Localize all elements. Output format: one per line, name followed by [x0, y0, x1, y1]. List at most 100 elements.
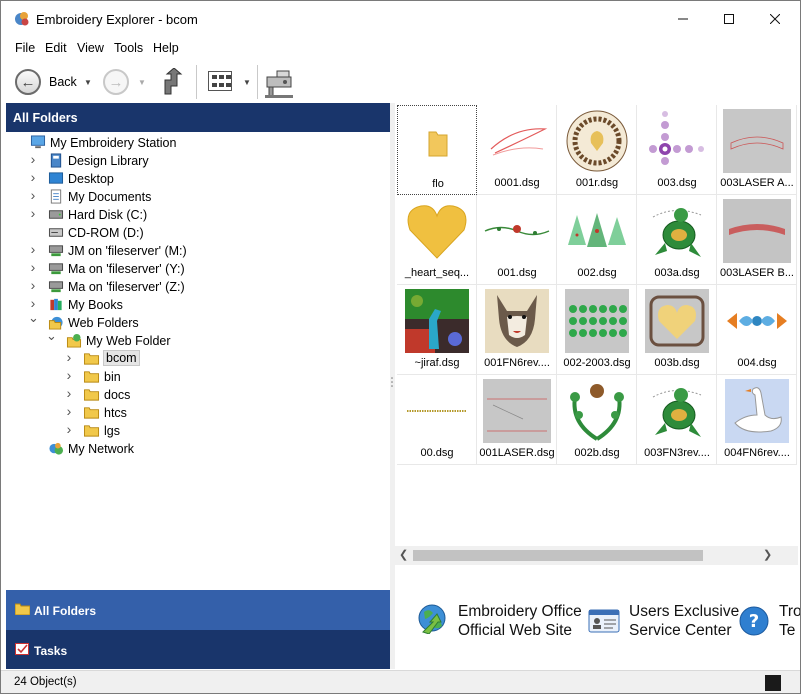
maximize-button[interactable] — [706, 1, 752, 37]
design-file-item[interactable]: 001FN6rev.... — [477, 285, 557, 375]
tree-item-label: lgs — [104, 424, 120, 438]
tree-item-desktop[interactable]: › Desktop — [6, 169, 390, 188]
back-arrow-icon[interactable]: ← — [15, 69, 41, 95]
official-web-site-link[interactable]: Embroidery Office Official Web Site — [458, 602, 582, 640]
embroidery-machine-icon[interactable] — [263, 67, 297, 99]
design-file-item[interactable]: 004FN6rev.... — [717, 375, 797, 465]
design-file-item[interactable]: 00.dsg — [397, 375, 477, 465]
expand-icon[interactable]: › — [64, 421, 74, 437]
id-card-icon[interactable] — [588, 605, 620, 637]
forward-arrow-icon[interactable]: → — [103, 69, 129, 95]
tree-item-bin[interactable]: › bin — [6, 367, 390, 386]
design-file-item[interactable]: 003.dsg — [637, 105, 717, 195]
expand-icon[interactable]: › — [64, 349, 74, 365]
menu-view[interactable]: View — [77, 41, 104, 55]
folder-icon — [84, 389, 100, 401]
scroll-left-icon[interactable]: ❮ — [399, 548, 408, 561]
views-dropdown-icon[interactable]: ▼ — [243, 78, 251, 87]
nav-tasks[interactable]: Tasks — [6, 630, 390, 669]
folder-icon — [84, 407, 100, 419]
folder-icon — [404, 110, 472, 174]
scroll-right-icon[interactable]: ❯ — [763, 548, 772, 561]
help-icon[interactable]: ? — [738, 605, 770, 637]
tree-item-bcom[interactable]: › bcom — [6, 349, 390, 368]
back-dropdown-icon[interactable]: ▼ — [84, 78, 92, 87]
up-folder-icon[interactable] — [161, 68, 183, 96]
design-file-item[interactable]: ~jiraf.dsg — [397, 285, 477, 375]
tree-item-lgs[interactable]: › lgs — [6, 421, 390, 440]
menu-tools[interactable]: Tools — [114, 41, 143, 55]
design-file-item[interactable]: 003LASER B... — [717, 195, 797, 285]
service-center-link[interactable]: Users Exclusive Service Center — [629, 602, 739, 640]
tree-item-cd-rom-d[interactable]: CD-ROM (D:) — [6, 224, 390, 242]
design-thumbnail — [723, 109, 791, 173]
design-library-icon — [50, 153, 62, 168]
tree-item-docs[interactable]: › docs — [6, 385, 390, 404]
menu-help[interactable]: Help — [153, 41, 179, 55]
tree-item-htcs[interactable]: › htcs — [6, 403, 390, 422]
views-icon[interactable] — [208, 71, 232, 91]
expand-icon[interactable]: › — [64, 403, 74, 419]
menu-file[interactable]: File — [15, 41, 35, 55]
horizontal-scrollbar[interactable]: ❮ ❯ — [395, 546, 798, 565]
design-thumbnail — [643, 109, 711, 173]
tree-item-my-network[interactable]: My Network — [6, 440, 390, 458]
design-file-item[interactable]: 003FN3rev.... — [637, 375, 717, 465]
design-file-item[interactable]: _heart_seq... — [397, 195, 477, 285]
tree-item-jm-on-fileserver-m[interactable]: › JM on 'fileserver' (M:) — [6, 241, 390, 260]
design-thumbnail — [723, 199, 791, 263]
expand-icon[interactable]: › — [28, 295, 38, 311]
tree-item-ma-on-fileserver-y[interactable]: › Ma on 'fileserver' (Y:) — [6, 259, 390, 278]
collapse-icon[interactable]: ⌄ — [46, 328, 57, 344]
menu-edit[interactable]: Edit — [45, 41, 67, 55]
design-file-item[interactable]: 001r.dsg — [557, 105, 637, 195]
design-file-item[interactable]: 003a.dsg — [637, 195, 717, 285]
expand-icon[interactable]: › — [28, 277, 38, 293]
minimize-button[interactable] — [660, 1, 706, 37]
file-name: 003LASER B... — [720, 267, 794, 279]
expand-icon[interactable]: › — [28, 151, 38, 167]
tree-item-my-documents[interactable]: › My Documents — [6, 187, 390, 206]
resize-grip-icon[interactable] — [765, 675, 781, 691]
expand-icon[interactable]: › — [28, 205, 38, 221]
collapse-icon[interactable]: ⌄ — [28, 310, 39, 326]
close-button[interactable] — [752, 1, 798, 37]
expand-icon[interactable]: › — [28, 259, 38, 275]
expand-icon[interactable]: › — [64, 367, 74, 383]
design-file-item[interactable]: 003b.dsg — [637, 285, 717, 375]
tree-item-hard-disk-c[interactable]: › Hard Disk (C:) — [6, 205, 390, 224]
expand-icon[interactable]: › — [28, 169, 38, 185]
tree-item-label: My Documents — [68, 190, 152, 204]
expand-icon[interactable]: › — [28, 187, 38, 203]
nav-all-folders[interactable]: All Folders — [6, 590, 390, 630]
tree-item-my-web-folder[interactable]: ⌄ My Web Folder — [6, 328, 390, 350]
tree-item-my-books[interactable]: › My Books — [6, 295, 390, 314]
tree-item-ma-on-fileserver-z[interactable]: › Ma on 'fileserver' (Z:) — [6, 277, 390, 296]
tree-item-web-folders[interactable]: ⌄ Web Folders — [6, 310, 390, 332]
design-file-item[interactable]: 001LASER.dsg — [477, 375, 557, 465]
design-file-item[interactable]: 003LASER A... — [717, 105, 797, 195]
design-file-item[interactable]: 002.dsg — [557, 195, 637, 285]
design-file-item[interactable]: 001.dsg — [477, 195, 557, 285]
tree-item-my-embroidery-station[interactable]: My Embroidery Station — [6, 134, 390, 152]
expand-icon[interactable]: › — [64, 385, 74, 401]
design-file-item[interactable]: 0001.dsg — [477, 105, 557, 195]
file-name: 004FN6rev.... — [724, 447, 790, 459]
forward-dropdown-icon[interactable]: ▼ — [138, 78, 146, 87]
tree-item-label: bin — [104, 370, 121, 384]
design-file-item[interactable]: 002b.dsg — [557, 375, 637, 465]
link-line: Service Center — [629, 622, 732, 639]
design-thumbnail — [723, 289, 791, 353]
design-file-item[interactable]: 002-2003.dsg — [557, 285, 637, 375]
globe-arrow-icon[interactable] — [417, 602, 449, 634]
design-file-item[interactable]: 004.dsg — [717, 285, 797, 375]
expand-icon[interactable]: › — [28, 241, 38, 257]
scroll-thumb[interactable] — [413, 550, 703, 561]
tree-item-design-library[interactable]: › Design Library — [6, 151, 390, 170]
troubleshoot-link[interactable]: Tro Te — [779, 602, 800, 640]
maximize-icon — [724, 14, 734, 24]
back-button[interactable]: Back — [49, 75, 77, 89]
file-name: 001.dsg — [497, 267, 537, 279]
file-name: _heart_seq... — [404, 267, 470, 279]
folder-item[interactable]: flo — [397, 105, 477, 195]
